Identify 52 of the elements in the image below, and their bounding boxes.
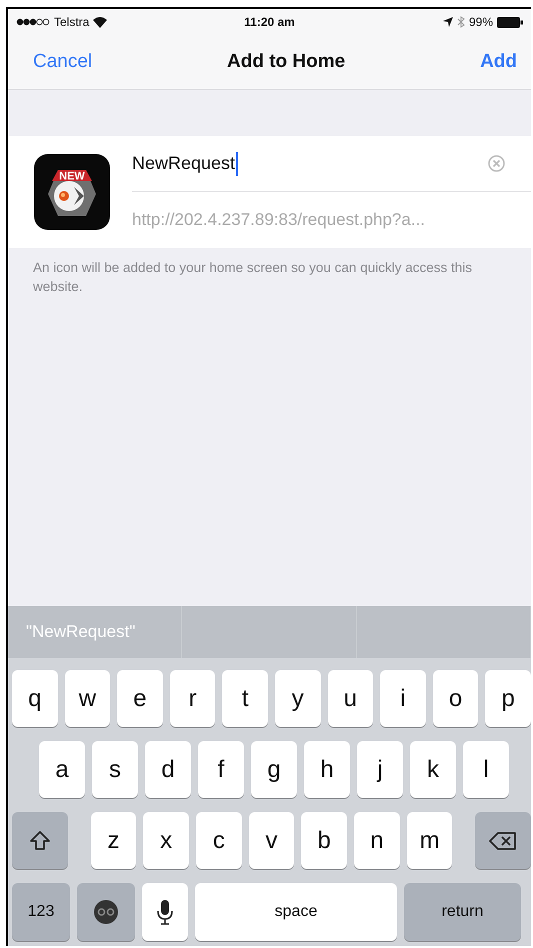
letter-key[interactable]: d <box>145 741 191 798</box>
letter-key[interactable]: m <box>406 812 452 869</box>
letter-key[interactable]: j <box>357 741 403 798</box>
letter-key[interactable]: u <box>328 670 374 727</box>
letter-key[interactable]: l <box>463 741 509 798</box>
letter-key[interactable]: v <box>248 812 294 869</box>
location-arrow-icon <box>442 17 453 27</box>
carrier-name: Telstra <box>54 15 90 29</box>
letter-key[interactable]: b <box>301 812 348 869</box>
bluetooth-icon <box>456 16 465 28</box>
letter-key[interactable]: e <box>117 670 163 727</box>
letter-key[interactable]: n <box>354 812 400 869</box>
battery-percent: 99% <box>468 15 493 29</box>
letter-key[interactable]: w <box>64 670 110 727</box>
letter-key[interactable]: s <box>92 741 138 798</box>
signal-icon <box>16 18 50 26</box>
add-button[interactable]: Add <box>480 51 517 73</box>
backspace-icon <box>489 830 518 850</box>
space-key[interactable]: space <box>195 883 397 941</box>
url-text: http://202.4.237.89:83/request.php?a... <box>132 210 426 230</box>
screen-title: Add to Home <box>227 51 346 73</box>
app-icon: NEW <box>34 154 110 230</box>
letter-key[interactable]: z <box>90 812 136 869</box>
letter-key[interactable]: y <box>274 670 321 727</box>
clock-time: 11:20 am <box>244 15 295 29</box>
hint-text: An icon will be added to your home screen so you can quickly access this website. <box>33 259 473 296</box>
name-field[interactable]: NewRequest <box>132 148 238 180</box>
letter-key[interactable]: q <box>12 670 58 727</box>
shift-key[interactable] <box>12 812 68 869</box>
letter-key[interactable]: p <box>485 670 531 727</box>
letter-key[interactable]: a <box>39 741 85 798</box>
return-key[interactable]: return <box>404 883 521 941</box>
letter-key[interactable]: c <box>196 812 242 869</box>
letter-key[interactable]: o <box>432 670 478 727</box>
letter-key[interactable]: i <box>380 670 426 727</box>
shift-icon <box>28 830 51 852</box>
letter-key[interactable]: h <box>304 741 350 798</box>
letter-key[interactable]: r <box>170 670 216 727</box>
emoji-icon <box>93 899 119 925</box>
letter-key[interactable]: x <box>143 812 189 869</box>
delete-key[interactable] <box>475 812 531 869</box>
dictation-key[interactable] <box>142 883 188 941</box>
letter-key[interactable]: g <box>251 741 297 798</box>
numbers-key[interactable]: 123 <box>12 883 70 941</box>
microphone-icon <box>157 899 173 925</box>
wifi-icon <box>93 16 108 28</box>
cancel-button[interactable]: Cancel <box>33 51 92 73</box>
letter-key[interactable]: t <box>222 670 268 727</box>
emoji-key[interactable] <box>77 883 135 941</box>
letter-key[interactable]: f <box>198 741 244 798</box>
letter-key[interactable]: k <box>410 741 456 798</box>
battery-icon <box>497 16 523 28</box>
